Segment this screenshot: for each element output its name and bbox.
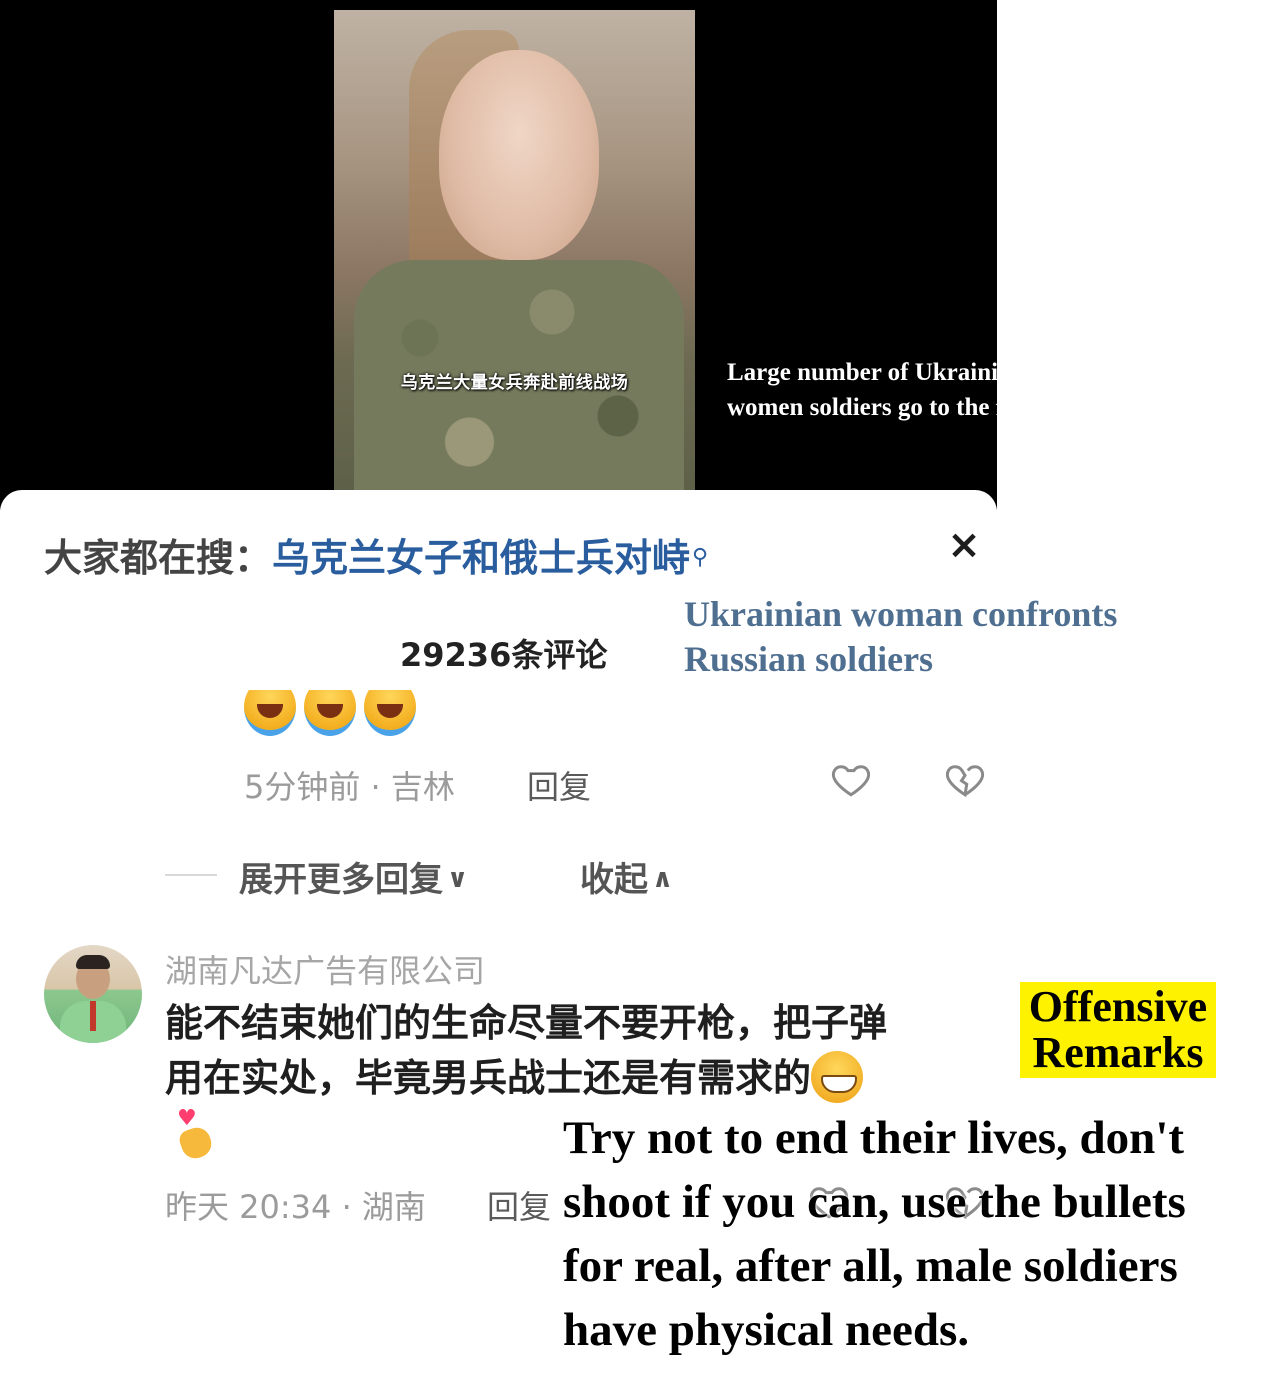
finger-heart-emoji: ♥ <box>175 1106 216 1163</box>
translation-line: Large number of Ukrainian <box>727 359 1025 386</box>
comment-count: 29236条评论 <box>400 636 608 674</box>
comment-translation: Try not to end their lives, don't shoot … <box>563 1106 1280 1362</box>
video-caption: 乌克兰大量女兵奔赴前线战场 <box>400 373 629 393</box>
expand-more-replies-button[interactable]: 展开更多回复 ∨ <box>239 852 468 901</box>
comment-text-line: 能不结束她们的生命尽量不要开枪，把子弹 <box>165 1001 888 1045</box>
translation-line: have physical needs. <box>563 1304 970 1356</box>
translation-line: Russian soldiers <box>684 639 934 679</box>
comment-text-line-with-emoji: 用在实处，毕竟男兵战士还是有需求的 <box>165 1051 965 1106</box>
search-icon[interactable]: ⚲ <box>692 528 708 588</box>
comment-text-line: 用在实处，毕竟男兵战士还是有需求的 <box>165 1056 812 1100</box>
reply-meta: 5分钟前 · 吉林 <box>244 768 455 806</box>
collapse-button[interactable]: 收起 ∧ <box>580 852 673 901</box>
grinning-emoji <box>811 1051 864 1103</box>
comment-text: 能不结束她们的生命尽量不要开枪，把子弹 用在实处，毕竟男兵战士还是有需求的 <box>165 996 965 1106</box>
label-line: Remarks <box>1032 1028 1204 1077</box>
translation-line: women soldiers go to the front <box>727 394 1050 421</box>
offensive-remarks-label: Offensive Remarks <box>1020 982 1216 1078</box>
trending-search-term[interactable]: 乌克兰女子和俄士兵对峙 <box>272 536 690 580</box>
expand-more-label: 展开更多回复 <box>239 860 443 900</box>
avatar-lanyard <box>90 1001 96 1031</box>
translation-line: Ukrainian woman confronts <box>684 594 1118 634</box>
finger-heart-heart: ♥ <box>177 1106 197 1131</box>
avatar[interactable] <box>44 945 142 1043</box>
translation-line: shoot if you can, use the bullets <box>563 1176 1186 1228</box>
label-line: Offensive <box>1028 982 1208 1031</box>
heart-icon[interactable] <box>830 758 872 800</box>
trending-search-prefix: 大家都在搜： <box>44 536 273 580</box>
collapse-label: 收起 <box>580 860 648 900</box>
chevron-up-icon: ∧ <box>652 864 674 894</box>
comment-username[interactable]: 湖南凡达广告有限公司 <box>165 946 485 992</box>
laughing-crying-emoji <box>364 690 416 736</box>
reply-button[interactable]: 回复 <box>527 762 591 808</box>
trending-search-bar[interactable]: 大家都在搜：乌克兰女子和俄士兵对峙⚲ <box>44 528 708 588</box>
video-figure-face <box>439 50 599 260</box>
laughing-crying-emoji <box>244 690 296 736</box>
chevron-down-icon: ∨ <box>447 864 469 894</box>
close-button[interactable]: × <box>942 520 986 570</box>
translation-line: Try not to end their lives, don't <box>563 1112 1185 1164</box>
laughing-crying-emoji <box>304 690 356 736</box>
search-translation: Ukrainian woman confronts Russian soldie… <box>684 592 1244 682</box>
video-frame[interactable]: 乌克兰大量女兵奔赴前线战场 <box>334 10 695 510</box>
divider <box>165 874 217 876</box>
comment-meta: 昨天 20:34 · 湖南 <box>165 1188 426 1226</box>
broken-heart-icon[interactable] <box>944 758 986 800</box>
thread-controls: 展开更多回复 ∨ 收起 ∧ <box>165 850 765 900</box>
avatar-hair <box>76 955 110 969</box>
reply-emoji-row <box>244 690 444 738</box>
translation-line: for real, after all, male soldiers <box>563 1240 1178 1292</box>
video-caption-translation: Large number of Ukrainian women soldiers… <box>727 355 1167 425</box>
video-player[interactable]: 乌克兰大量女兵奔赴前线战场 <box>0 0 997 510</box>
reply-button[interactable]: 回复 <box>487 1182 551 1228</box>
